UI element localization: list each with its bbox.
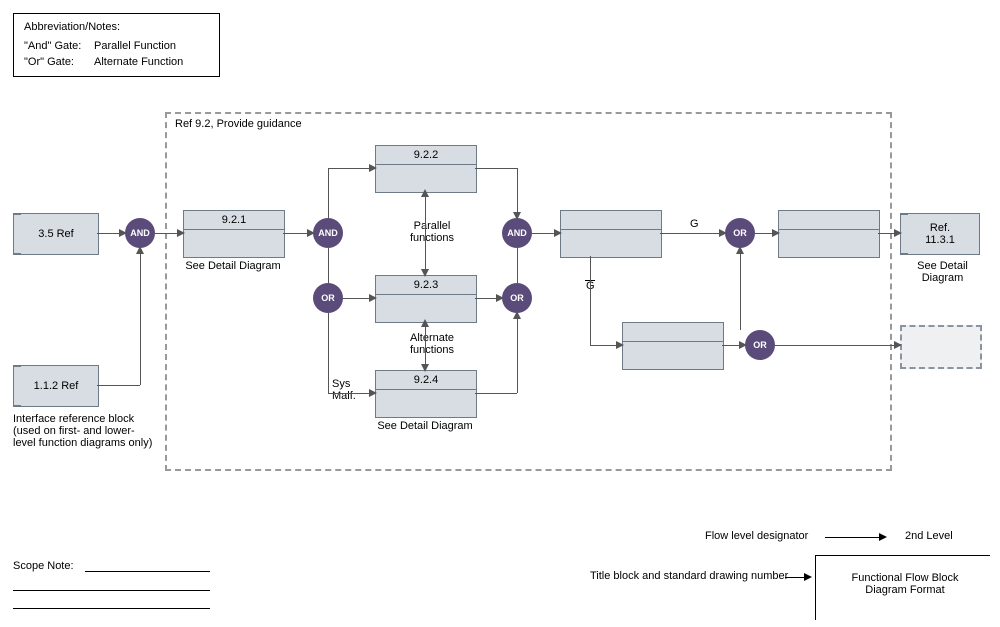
ref-block-1-1-2: 1.1.2 Ref bbox=[13, 365, 99, 407]
ref-block-11-3-1: Ref. 11.3.1 bbox=[900, 213, 980, 255]
blank-block-right bbox=[778, 210, 880, 258]
or-gate-top-right: OR bbox=[725, 218, 755, 248]
notes-title: Abbreviation/Notes: bbox=[24, 20, 209, 35]
and-gate-3: AND bbox=[502, 218, 532, 248]
and-gate-1-label: AND bbox=[130, 228, 150, 238]
iface-caption: Interface reference block (used on first… bbox=[13, 413, 173, 449]
tentative-block bbox=[900, 325, 982, 369]
func-921-header: 9.2.1 bbox=[184, 211, 284, 230]
g-label: G bbox=[690, 218, 699, 230]
scope-line-1 bbox=[85, 571, 210, 572]
blank-block-lower bbox=[622, 322, 724, 370]
or-gate-right: OR bbox=[502, 283, 532, 313]
func-block-923: 9.2.3 bbox=[375, 275, 477, 323]
func-block-924: 9.2.4 bbox=[375, 370, 477, 418]
notes-or-key: "Or" Gate: bbox=[24, 55, 94, 70]
or-gate-lower-right: OR bbox=[745, 330, 775, 360]
see-detail-right: See Detail Diagram bbox=[895, 260, 990, 284]
func-923-header: 9.2.3 bbox=[376, 276, 476, 295]
func-block-922: 9.2.2 bbox=[375, 145, 477, 193]
parallel-label: Parallel functions bbox=[402, 220, 462, 244]
blank-block-top bbox=[560, 210, 662, 258]
scope-note-label: Scope Note: bbox=[13, 560, 74, 572]
see-detail-924: See Detail Diagram bbox=[375, 420, 475, 432]
notes-box: Abbreviation/Notes: "And" Gate: Parallel… bbox=[13, 13, 220, 77]
and-gate-3-label: AND bbox=[507, 228, 527, 238]
or-gate-lr-label: OR bbox=[753, 340, 767, 350]
second-level-label: 2nd Level bbox=[905, 530, 953, 542]
and-gate-2-label: AND bbox=[318, 228, 338, 238]
notes-and-key: "And" Gate: bbox=[24, 39, 94, 54]
notes-and-val: Parallel Function bbox=[94, 39, 176, 54]
ffbd-label: Functional Flow Block Diagram Format bbox=[830, 572, 980, 596]
title-block-label: Title block and standard drawing number bbox=[590, 570, 788, 582]
or-gate-left-label: OR bbox=[321, 293, 335, 303]
sys-malf-label: Sys Malf. bbox=[332, 378, 356, 402]
func-924-header: 9.2.4 bbox=[376, 371, 476, 390]
and-gate-2: AND bbox=[313, 218, 343, 248]
diagram-canvas: Abbreviation/Notes: "And" Gate: Parallel… bbox=[0, 0, 1000, 627]
or-gate-left: OR bbox=[313, 283, 343, 313]
func-922-header: 9.2.2 bbox=[376, 146, 476, 165]
and-gate-1: AND bbox=[125, 218, 155, 248]
scope-line-2 bbox=[13, 590, 210, 591]
flow-designator-label: Flow level designator bbox=[705, 530, 808, 542]
guidance-frame-label: Ref 9.2, Provide guidance bbox=[175, 118, 302, 130]
ref-3-5-label: 3.5 Ref bbox=[38, 228, 73, 240]
func-block-921: 9.2.1 bbox=[183, 210, 285, 258]
ref-1-1-2-label: 1.1.2 Ref bbox=[34, 380, 79, 392]
see-detail-921: See Detail Diagram bbox=[183, 260, 283, 272]
ref-11-3-1-label: Ref. 11.3.1 bbox=[925, 222, 955, 246]
or-gate-tr-label: OR bbox=[733, 228, 747, 238]
title-corner-h bbox=[815, 555, 990, 556]
title-corner-v bbox=[815, 555, 816, 620]
or-gate-right-label: OR bbox=[510, 293, 524, 303]
scope-line-3 bbox=[13, 608, 210, 609]
alternate-label: Alternate functions bbox=[402, 332, 462, 356]
notes-or-val: Alternate Function bbox=[94, 55, 183, 70]
ref-block-3-5: 3.5 Ref bbox=[13, 213, 99, 255]
